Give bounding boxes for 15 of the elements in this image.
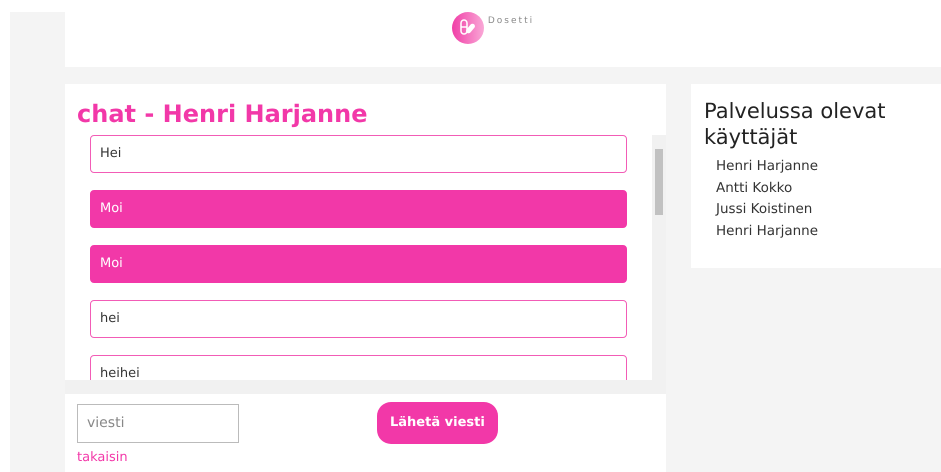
chat-title: chat - Henri Harjanne — [77, 99, 369, 130]
user-name: Antti Kokko — [715, 178, 794, 198]
user-name: Jussi Koistinen — [714, 200, 814, 219]
message-input[interactable]: viesti — [77, 404, 239, 442]
chat-message: Moi — [90, 190, 627, 228]
user-name: Henri Harjanne — [715, 222, 820, 240]
back-link[interactable]: takaisin — [77, 448, 128, 468]
chat-message: Hei — [90, 135, 627, 173]
users-title: Palvelussa olevat käyttäjät — [704, 98, 886, 150]
chat-message: Moi — [90, 245, 627, 283]
send-button[interactable]: Lähetä viesti — [377, 402, 498, 444]
user-name: Henri Harjanne — [715, 157, 820, 176]
scrollbar-thumb[interactable] — [655, 149, 663, 215]
chat-message: hei — [90, 300, 627, 338]
logo-text: Dosetti — [488, 15, 534, 28]
